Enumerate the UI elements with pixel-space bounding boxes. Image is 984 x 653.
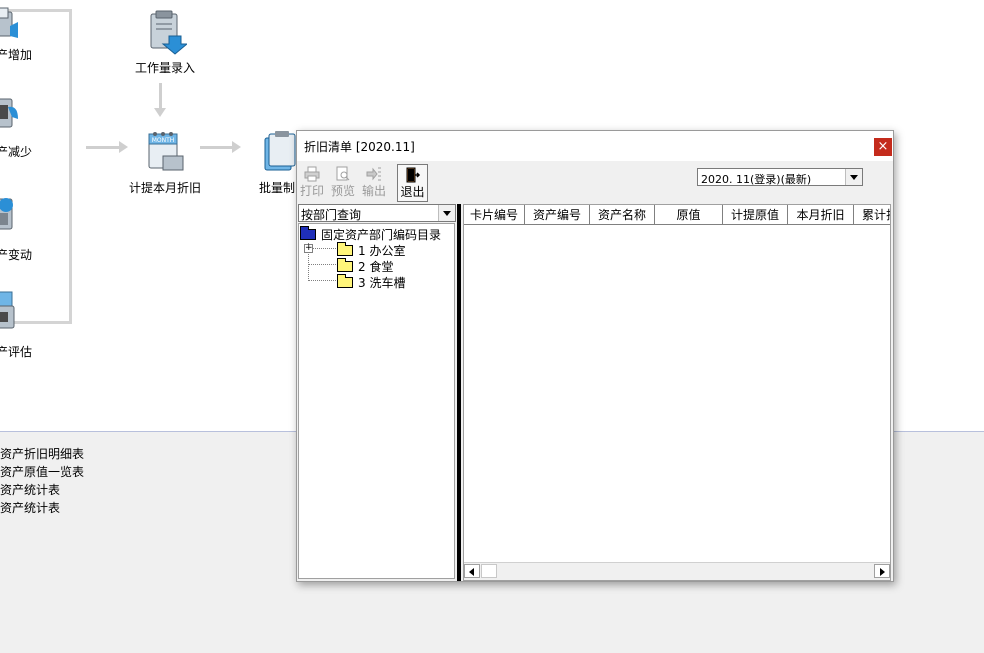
tree-item-name: 洗车槽 [369, 276, 406, 290]
report-list: 资产折旧明细表 资产原值一览表 资产统计表 资产统计表 [0, 445, 84, 517]
print-label: 打印 [299, 184, 324, 198]
tree-connector [308, 264, 336, 265]
workload-entry-icon [150, 10, 189, 55]
column-header[interactable]: 卡片编号 [464, 205, 525, 225]
asset-reduce-icon [0, 98, 18, 128]
exit-door-icon [406, 167, 420, 183]
flow-label: 产增加 [0, 48, 33, 62]
tree-item-code: 2 [358, 260, 366, 274]
scroll-thumb[interactable] [481, 564, 497, 578]
tree-root-label: 固定资产部门编码目录 [321, 228, 442, 242]
column-header[interactable]: 本月折旧 [788, 205, 854, 225]
period-dropdown[interactable]: 2020. 11(登录)(最新) [697, 168, 863, 186]
flow-label: 计提本月折旧 [128, 181, 201, 195]
report-link[interactable]: 资产折旧明细表 [0, 445, 84, 463]
asset-add-icon [0, 7, 18, 38]
close-button[interactable]: × [874, 138, 892, 156]
column-header[interactable]: 资产编号 [525, 205, 590, 225]
exit-label: 退出 [400, 185, 425, 199]
flow-label: 产变动 [0, 248, 33, 262]
flow-arrow-down [154, 83, 166, 117]
column-header[interactable]: 资产名称 [590, 205, 655, 225]
calendar-month-icon: MONTH [148, 132, 184, 171]
folder-icon [337, 274, 353, 288]
folder-icon [337, 242, 353, 256]
flow-label: 工作量录入 [134, 61, 195, 75]
flow-label: 产评估 [0, 345, 33, 359]
tree-item-name: 办公室 [369, 244, 406, 258]
flow-node-workload-entry[interactable]: 工作量录入 [133, 10, 197, 75]
preview-button[interactable]: 预览 [328, 164, 358, 200]
print-button[interactable]: 打印 [297, 164, 327, 200]
folder-icon [337, 258, 353, 272]
close-icon: × [877, 139, 889, 154]
tree-item[interactable]: 3 洗车槽 [337, 274, 405, 291]
query-mode-value: 按部门查询 [301, 208, 362, 222]
column-header[interactable]: 原值 [655, 205, 723, 225]
scroll-left-icon[interactable] [464, 564, 480, 578]
expand-toggle[interactable]: + [304, 244, 313, 253]
scroll-right-icon[interactable] [874, 564, 890, 578]
preview-label: 预览 [330, 184, 355, 198]
folder-icon [300, 226, 316, 240]
dialog-title: 折旧清单 [2020.11] [304, 140, 415, 154]
export-icon [366, 167, 381, 181]
export-label: 输出 [361, 184, 386, 198]
batch-vouchers-icon [264, 131, 296, 171]
report-link[interactable]: 资产原值一览表 [0, 463, 84, 481]
department-tree: 固定资产部门编码目录 + 1 办公室 2 食堂 3 洗车槽 [298, 223, 455, 579]
tree-root[interactable]: 固定资产部门编码目录 [300, 226, 441, 243]
flow-arrow-right [86, 141, 128, 153]
asset-evaluate-icon [0, 291, 15, 329]
asset-change-icon [0, 198, 13, 230]
exit-button[interactable]: 退出 [397, 164, 428, 202]
column-header[interactable]: 计提原值 [723, 205, 788, 225]
pane-splitter[interactable] [457, 204, 461, 581]
tree-item[interactable]: 2 食堂 [337, 258, 393, 275]
flow-label: 产减少 [0, 145, 33, 159]
export-button[interactable]: 输出 [359, 164, 389, 200]
tree-connector [308, 280, 336, 281]
flow-arrow-right [200, 141, 241, 153]
tree-item-name: 食堂 [369, 260, 394, 274]
horizontal-scrollbar[interactable] [464, 562, 890, 580]
dialog-titlebar[interactable]: 折旧清单 [2020.11] × [297, 131, 893, 161]
flow-node-monthly-depreciation[interactable]: MONTH 计提本月折旧 [127, 130, 203, 195]
printer-icon [304, 166, 320, 182]
tree-item-code: 1 [358, 244, 366, 258]
tree-item-code: 3 [358, 276, 366, 290]
column-header[interactable]: 累计折 [854, 205, 890, 225]
svg-text:MONTH: MONTH [152, 137, 175, 144]
query-mode-dropdown[interactable]: 按部门查询 [298, 204, 456, 222]
preview-icon [336, 166, 350, 181]
chevron-down-icon[interactable] [438, 205, 455, 221]
chevron-down-icon[interactable] [845, 169, 862, 185]
depreciation-list-dialog: 折旧清单 [2020.11] × 打印 预览 输出 退出 2020. 11(登录… [296, 130, 894, 582]
report-link[interactable]: 资产统计表 [0, 481, 84, 499]
period-value: 2020. 11(登录)(最新) [701, 173, 812, 186]
tree-item[interactable]: 1 办公室 [337, 242, 405, 259]
depreciation-grid: 卡片编号 资产编号 资产名称 原值 计提原值 本月折旧 累计折 [463, 204, 891, 581]
report-link[interactable]: 资产统计表 [0, 499, 84, 517]
dialog-toolbar: 打印 预览 输出 退出 [297, 164, 597, 202]
